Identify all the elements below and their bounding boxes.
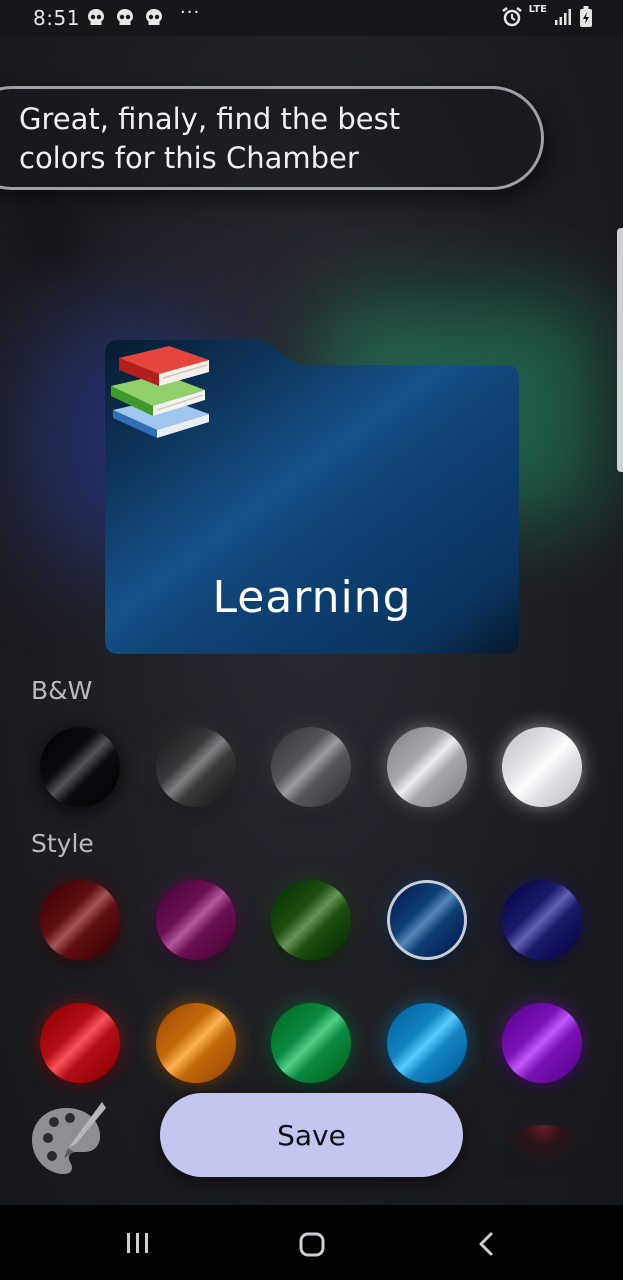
color-swatch-navy[interactable] (387, 880, 467, 960)
status-time: 8:51 (33, 6, 80, 30)
lte-icon: LTE (528, 4, 547, 15)
color-swatch-dark-green[interactable] (271, 880, 351, 960)
home-icon[interactable] (298, 1231, 326, 1259)
color-swatch-dark-red[interactable] (40, 880, 120, 960)
color-swatch-purple[interactable] (502, 1003, 582, 1083)
color-swatch-black[interactable] (40, 727, 120, 807)
books-icon (111, 346, 209, 438)
prompt-text: Great, finaly, find the best colors for … (19, 102, 401, 175)
status-bar: 8:51 ··· LTE (0, 0, 623, 36)
color-swatch-white[interactable] (502, 727, 582, 807)
color-swatch-dark-magenta[interactable] (156, 880, 236, 960)
color-swatch-dark-gray[interactable] (156, 727, 236, 807)
section-label-bw: B&W (31, 676, 93, 705)
color-swatch-indigo[interactable] (502, 880, 582, 960)
folder-preview: Learning (105, 340, 519, 654)
back-icon[interactable] (476, 1231, 496, 1257)
color-swatch-red[interactable] (40, 1003, 120, 1083)
partially-hidden-swatch (503, 1125, 583, 1181)
palette-icon[interactable] (30, 1100, 106, 1178)
section-label-style: Style (31, 829, 94, 858)
navigation-bar (0, 1205, 623, 1280)
skull-icon (88, 9, 104, 25)
color-picker-screen: 8:51 ··· LTE Great, finaly, find the bes… (0, 0, 623, 1280)
skull-icon (146, 9, 162, 25)
skull-icon (117, 9, 133, 25)
more-notifications-icon: ··· (180, 2, 201, 23)
color-swatch-orange[interactable] (156, 1003, 236, 1083)
signal-icon (555, 9, 571, 25)
color-swatch-gray[interactable] (271, 727, 351, 807)
battery-charging-icon (580, 6, 592, 27)
save-button[interactable]: Save (160, 1093, 463, 1177)
color-swatch-silver[interactable] (387, 727, 467, 807)
alarm-icon (502, 7, 522, 27)
scroll-handle[interactable] (617, 228, 623, 472)
color-swatch-sky-blue[interactable] (387, 1003, 467, 1083)
recent-apps-icon[interactable] (124, 1231, 152, 1257)
background-glow (20, 210, 80, 270)
color-swatch-green[interactable] (271, 1003, 351, 1083)
folder-label: Learning (212, 572, 412, 623)
